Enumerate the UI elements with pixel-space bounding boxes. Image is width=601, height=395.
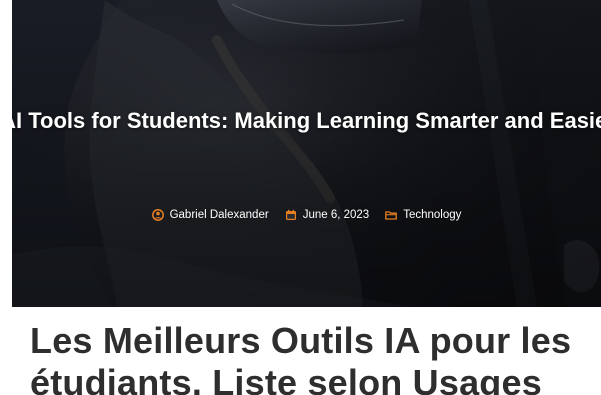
calendar-icon [285,209,297,221]
hero-title[interactable]: AI Tools for Students: Making Learning S… [12,104,601,137]
post-meta: Gabriel Dalexander June 6, 2023 Technolo… [12,209,601,221]
category-link[interactable]: Technology [385,209,461,221]
post-title: Les Meilleurs Outils IA pour les étudian… [30,320,572,395]
category-name: Technology [403,209,462,221]
user-circle-icon [151,209,164,221]
folder-icon [385,209,398,221]
date-link[interactable]: June 6, 2023 [285,209,370,221]
hero-dark-overlay [12,0,601,307]
author-name: Gabriel Dalexander [169,209,269,221]
author-link[interactable]: Gabriel Dalexander [151,209,269,221]
post-date: June 6, 2023 [302,209,370,221]
hero-image[interactable]: AI Tools for Students: Making Learning S… [12,0,601,307]
page: AI Tools for Students: Making Learning S… [0,0,601,395]
